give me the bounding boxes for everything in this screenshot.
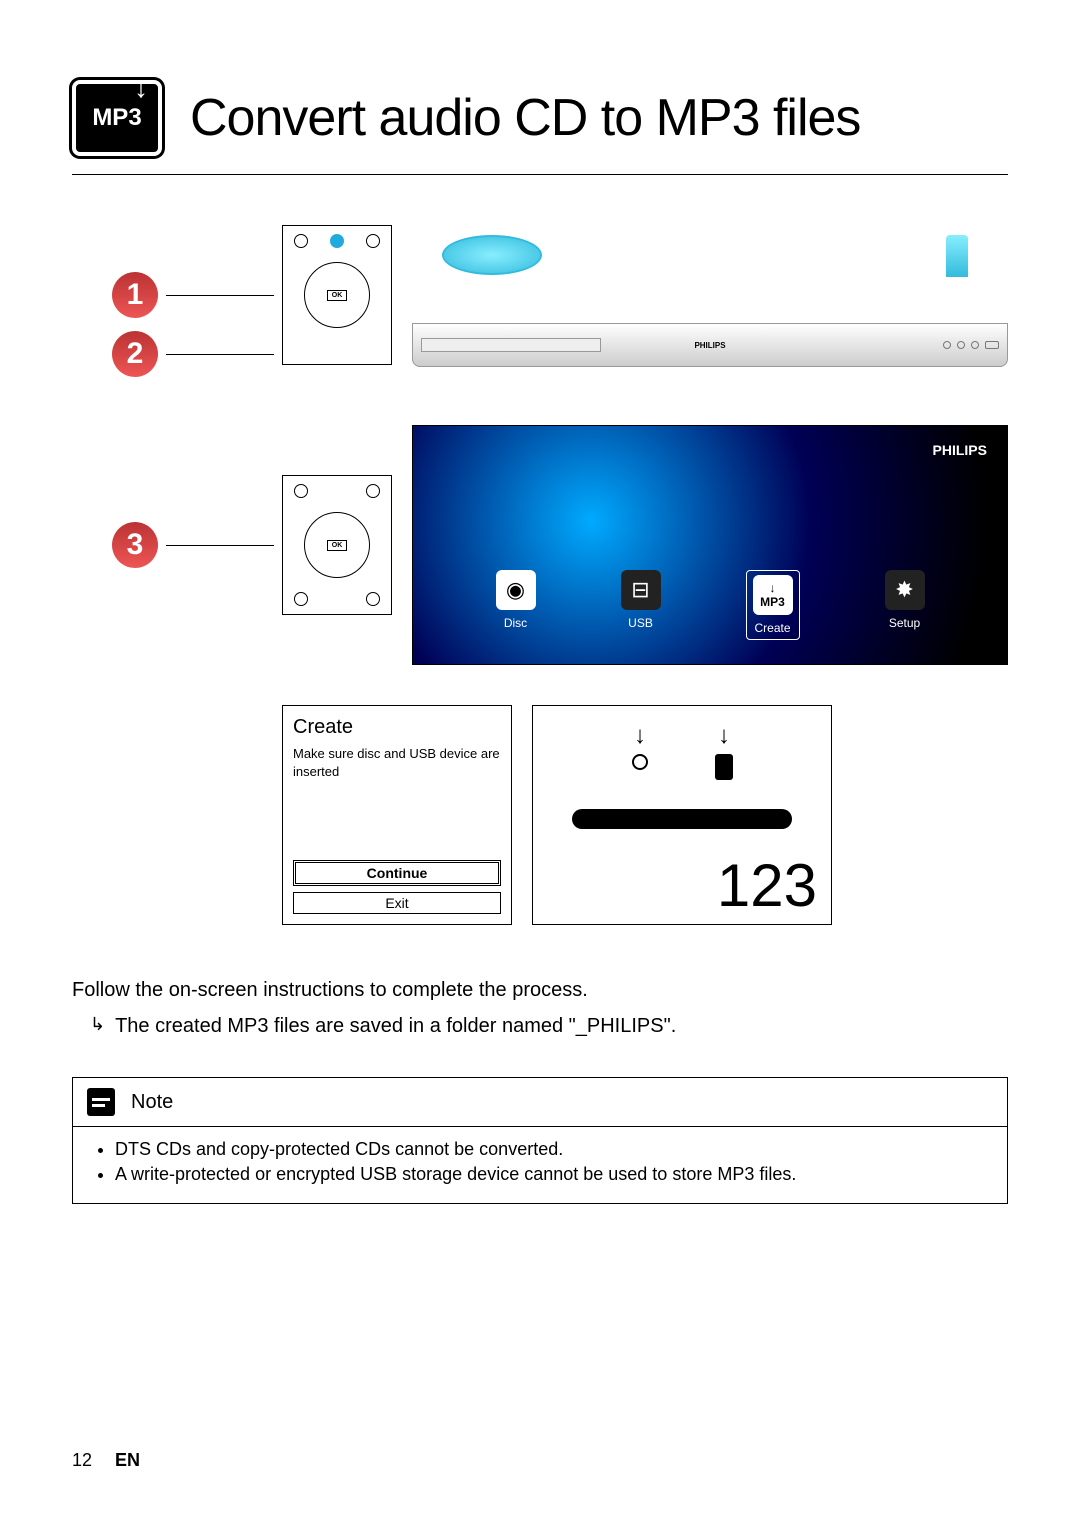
instruction-text: Follow the on-screen instructions to com… xyxy=(72,975,1008,1041)
insert-usb-icon: ↓ xyxy=(712,722,736,782)
page-title: Convert audio CD to MP3 files xyxy=(190,88,860,148)
remote-ok-label: OK xyxy=(327,290,348,301)
step-2-badge: 2 xyxy=(112,331,158,377)
tv-item-disc[interactable]: ◉ Disc xyxy=(496,570,536,640)
step-1-badge: 1 xyxy=(112,272,158,318)
tv-item-setup-label: Setup xyxy=(889,616,920,630)
tv-brand: PHILIPS xyxy=(933,442,987,458)
insert-disc-icon: ↓ xyxy=(628,722,652,782)
page-footer: 12 EN xyxy=(72,1450,140,1471)
instruction-line1: Follow the on-screen instructions to com… xyxy=(72,975,1008,1005)
create-dialog: Create Make sure disc and USB device are… xyxy=(282,705,512,925)
note-title: Note xyxy=(131,1091,173,1114)
note-item-2: A write-protected or encrypted USB stora… xyxy=(115,1164,983,1185)
player-illustration: PHILIPS xyxy=(412,225,1008,385)
mp3-badge-label: MP3 xyxy=(92,104,141,132)
tv-item-setup[interactable]: ✸ Setup xyxy=(885,570,925,640)
create-mp3-icon: ↓MP3 xyxy=(753,575,793,615)
continue-button[interactable]: Continue xyxy=(293,860,501,886)
dialog-message: Make sure disc and USB device are insert… xyxy=(293,745,501,854)
note-box: Note DTS CDs and copy-protected CDs cann… xyxy=(72,1077,1008,1204)
remote-step3: OK xyxy=(282,475,392,615)
page-lang: EN xyxy=(115,1450,140,1470)
tv-item-usb[interactable]: ⊟ USB xyxy=(621,570,661,640)
step-3-badge: 3 xyxy=(112,522,158,568)
instruction-line2: The created MP3 files are saved in a fol… xyxy=(115,1011,676,1041)
disc-slot-icon xyxy=(442,235,542,275)
mp3-badge-icon: ↓ MP3 xyxy=(72,80,162,156)
tv-item-create-label: Create xyxy=(754,621,790,635)
note-icon xyxy=(87,1088,115,1116)
slot-bar-icon xyxy=(572,809,792,829)
usb-slot-icon xyxy=(946,235,968,277)
tv-item-create[interactable]: ↓MP3 Create xyxy=(746,570,800,640)
page-header: ↓ MP3 Convert audio CD to MP3 files xyxy=(72,80,1008,156)
note-item-1: DTS CDs and copy-protected CDs cannot be… xyxy=(115,1139,983,1160)
page-number: 12 xyxy=(72,1450,92,1470)
tv-item-usb-label: USB xyxy=(628,616,653,630)
result-arrow-icon: ↳ xyxy=(90,1011,105,1041)
illustration-area: 1 OK 2 xyxy=(112,225,1008,925)
counter-123: 123 xyxy=(717,856,817,916)
remote-ok-label-2: OK xyxy=(327,540,348,551)
disc-icon: ◉ xyxy=(496,570,536,610)
setup-gear-icon: ✸ xyxy=(885,570,925,610)
player-brand: PHILIPS xyxy=(694,341,725,350)
tv-item-disc-label: Disc xyxy=(504,616,527,630)
usb-icon: ⊟ xyxy=(621,570,661,610)
header-divider xyxy=(72,174,1008,175)
insert-illustration: ↓ ↓ 123 xyxy=(532,705,832,925)
dialog-title: Create xyxy=(293,716,501,739)
tv-menu-screen: PHILIPS ◉ Disc ⊟ USB ↓MP3 Create xyxy=(412,425,1008,665)
remote-step12: OK xyxy=(282,225,392,365)
exit-button[interactable]: Exit xyxy=(293,892,501,914)
